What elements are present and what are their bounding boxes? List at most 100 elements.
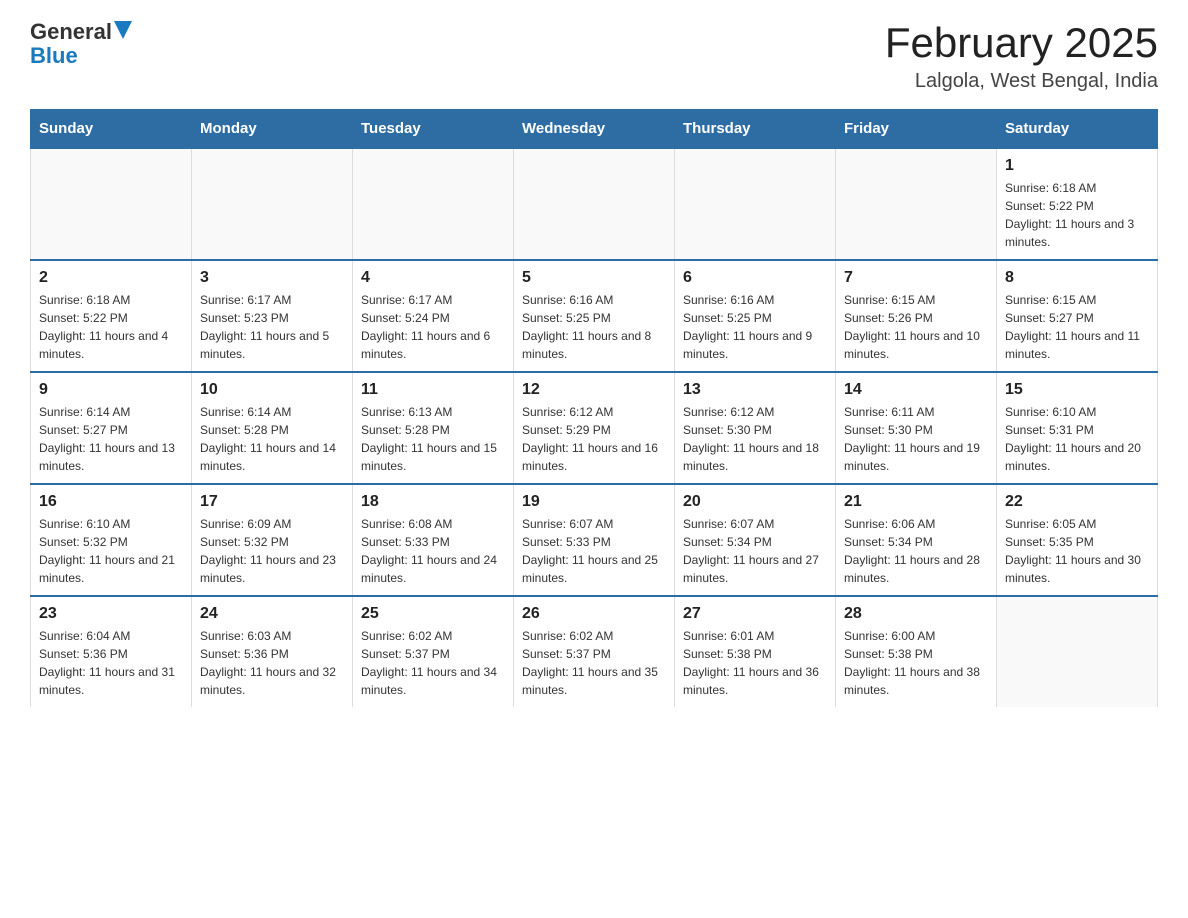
day-number: 6	[683, 269, 827, 287]
calendar-cell: 12 Sunrise: 6:12 AMSunset: 5:29 PMDayligh…	[514, 372, 675, 484]
calendar-cell: 21 Sunrise: 6:06 AMSunset: 5:34 PMDayligh…	[836, 484, 997, 596]
day-header-sunday: Sunday	[31, 110, 192, 149]
day-header-wednesday: Wednesday	[514, 110, 675, 149]
day-info: Sunrise: 6:17 AMSunset: 5:23 PMDaylight:…	[200, 291, 344, 363]
day-info: Sunrise: 6:14 AMSunset: 5:28 PMDaylight:…	[200, 403, 344, 475]
day-info: Sunrise: 6:04 AMSunset: 5:36 PMDaylight:…	[39, 627, 183, 699]
day-info: Sunrise: 6:06 AMSunset: 5:34 PMDaylight:…	[844, 515, 988, 587]
calendar-cell: 20 Sunrise: 6:07 AMSunset: 5:34 PMDayligh…	[675, 484, 836, 596]
day-info: Sunrise: 6:02 AMSunset: 5:37 PMDaylight:…	[361, 627, 505, 699]
day-header-friday: Friday	[836, 110, 997, 149]
day-number: 22	[1005, 493, 1149, 511]
day-info: Sunrise: 6:10 AMSunset: 5:32 PMDaylight:…	[39, 515, 183, 587]
day-number: 4	[361, 269, 505, 287]
day-number: 1	[1005, 157, 1149, 175]
day-header-tuesday: Tuesday	[353, 110, 514, 149]
day-info: Sunrise: 6:13 AMSunset: 5:28 PMDaylight:…	[361, 403, 505, 475]
day-number: 13	[683, 381, 827, 399]
logo-arrow-icon	[114, 21, 132, 39]
day-number: 10	[200, 381, 344, 399]
calendar-cell: 9 Sunrise: 6:14 AMSunset: 5:27 PMDaylight…	[31, 372, 192, 484]
day-info: Sunrise: 6:07 AMSunset: 5:34 PMDaylight:…	[683, 515, 827, 587]
day-number: 14	[844, 381, 988, 399]
calendar-cell: 5Sunrise: 6:16 AMSunset: 5:25 PMDaylight…	[514, 260, 675, 372]
day-info: Sunrise: 6:11 AMSunset: 5:30 PMDaylight:…	[844, 403, 988, 475]
calendar-cell	[675, 148, 836, 260]
day-number: 11	[361, 381, 505, 399]
calendar-cell: 25 Sunrise: 6:02 AMSunset: 5:37 PMDayligh…	[353, 596, 514, 707]
calendar-cell: 16 Sunrise: 6:10 AMSunset: 5:32 PMDayligh…	[31, 484, 192, 596]
calendar-cell: 23 Sunrise: 6:04 AMSunset: 5:36 PMDayligh…	[31, 596, 192, 707]
day-info: Sunrise: 6:05 AMSunset: 5:35 PMDaylight:…	[1005, 515, 1149, 587]
day-info: Sunrise: 6:09 AMSunset: 5:32 PMDaylight:…	[200, 515, 344, 587]
day-number: 16	[39, 493, 183, 511]
week-row-5: 23 Sunrise: 6:04 AMSunset: 5:36 PMDayligh…	[31, 596, 1158, 707]
calendar-cell: 1Sunrise: 6:18 AMSunset: 5:22 PMDaylight…	[997, 148, 1158, 260]
calendar-cell: 10 Sunrise: 6:14 AMSunset: 5:28 PMDayligh…	[192, 372, 353, 484]
day-number: 20	[683, 493, 827, 511]
calendar-body: 1 Sunrise: 6:18 AMSunset: 5:22 PMDaylight…	[31, 148, 1158, 707]
day-info: Sunrise: 6:03 AMSunset: 5:36 PMDaylight:…	[200, 627, 344, 699]
calendar-cell: 2 Sunrise: 6:18 AMSunset: 5:22 PMDaylight…	[31, 260, 192, 372]
day-number: 9	[39, 381, 183, 399]
week-row-1: 1Sunrise: 6:18 AMSunset: 5:22 PMDaylight…	[31, 148, 1158, 260]
day-info: Sunrise: 6:18 AMSunset: 5:22 PMDaylight:…	[39, 291, 183, 363]
day-header-thursday: Thursday	[675, 110, 836, 149]
calendar-cell: 17 Sunrise: 6:09 AMSunset: 5:32 PMDayligh…	[192, 484, 353, 596]
day-info: Sunrise: 6:15 AMSunset: 5:27 PMDaylight:…	[1005, 291, 1149, 363]
calendar-cell	[353, 148, 514, 260]
day-number: 28	[844, 605, 988, 623]
day-info: Sunrise: 6:14 AMSunset: 5:27 PMDaylight:…	[39, 403, 183, 475]
day-info: Sunrise: 6:00 AMSunset: 5:38 PMDaylight:…	[844, 627, 988, 699]
day-number: 2	[39, 269, 183, 287]
day-number: 12	[522, 381, 666, 399]
calendar-cell: 7Sunrise: 6:15 AMSunset: 5:26 PMDaylight…	[836, 260, 997, 372]
calendar-header: SundayMondayTuesdayWednesdayThursdayFrid…	[31, 110, 1158, 149]
day-number: 24	[200, 605, 344, 623]
day-header-saturday: Saturday	[997, 110, 1158, 149]
day-info: Sunrise: 6:17 AMSunset: 5:24 PMDaylight:…	[361, 291, 505, 363]
day-number: 26	[522, 605, 666, 623]
calendar-cell	[31, 148, 192, 260]
calendar-cell: 3 Sunrise: 6:17 AMSunset: 5:23 PMDaylight…	[192, 260, 353, 372]
day-number: 23	[39, 605, 183, 623]
day-number: 17	[200, 493, 344, 511]
day-number: 3	[200, 269, 344, 287]
day-info: Sunrise: 6:07 AMSunset: 5:33 PMDaylight:…	[522, 515, 666, 587]
calendar-cell: 14 Sunrise: 6:11 AMSunset: 5:30 PMDayligh…	[836, 372, 997, 484]
page-header: General Blue February 2025 Lalgola, West…	[30, 20, 1158, 93]
calendar-cell: 18 Sunrise: 6:08 AMSunset: 5:33 PMDayligh…	[353, 484, 514, 596]
calendar-cell: 13 Sunrise: 6:12 AMSunset: 5:30 PMDayligh…	[675, 372, 836, 484]
logo-general: General	[30, 20, 112, 44]
day-info: Sunrise: 6:12 AMSunset: 5:30 PMDaylight:…	[683, 403, 827, 475]
day-header-monday: Monday	[192, 110, 353, 149]
day-info: Sunrise: 6:08 AMSunset: 5:33 PMDaylight:…	[361, 515, 505, 587]
day-info: Sunrise: 6:02 AMSunset: 5:37 PMDaylight:…	[522, 627, 666, 699]
day-number: 25	[361, 605, 505, 623]
week-row-4: 16 Sunrise: 6:10 AMSunset: 5:32 PMDayligh…	[31, 484, 1158, 596]
calendar-cell: 27 Sunrise: 6:01 AMSunset: 5:38 PMDayligh…	[675, 596, 836, 707]
day-info: Sunrise: 6:10 AMSunset: 5:31 PMDaylight:…	[1005, 403, 1149, 475]
day-number: 21	[844, 493, 988, 511]
logo-blue: Blue	[30, 44, 78, 68]
day-info: Sunrise: 6:12 AMSunset: 5:29 PMDaylight:…	[522, 403, 666, 475]
day-number: 5	[522, 269, 666, 287]
calendar-cell: 6 Sunrise: 6:16 AMSunset: 5:25 PMDaylight…	[675, 260, 836, 372]
calendar-cell	[192, 148, 353, 260]
calendar-cell: 19Sunrise: 6:07 AMSunset: 5:33 PMDayligh…	[514, 484, 675, 596]
day-number: 18	[361, 493, 505, 511]
page-subtitle: Lalgola, West Bengal, India	[885, 70, 1158, 93]
day-info: Sunrise: 6:01 AMSunset: 5:38 PMDaylight:…	[683, 627, 827, 699]
calendar-cell	[514, 148, 675, 260]
day-number: 8	[1005, 269, 1149, 287]
day-number: 7	[844, 269, 988, 287]
day-number: 27	[683, 605, 827, 623]
calendar-cell	[997, 596, 1158, 707]
logo: General Blue	[30, 20, 132, 68]
calendar-cell: 8 Sunrise: 6:15 AMSunset: 5:27 PMDaylight…	[997, 260, 1158, 372]
calendar-cell: 28 Sunrise: 6:00 AMSunset: 5:38 PMDayligh…	[836, 596, 997, 707]
calendar-cell: 11 Sunrise: 6:13 AMSunset: 5:28 PMDayligh…	[353, 372, 514, 484]
week-row-2: 2 Sunrise: 6:18 AMSunset: 5:22 PMDaylight…	[31, 260, 1158, 372]
calendar-table: SundayMondayTuesdayWednesdayThursdayFrid…	[30, 109, 1158, 707]
day-info: Sunrise: 6:16 AMSunset: 5:25 PMDaylight:…	[683, 291, 827, 363]
